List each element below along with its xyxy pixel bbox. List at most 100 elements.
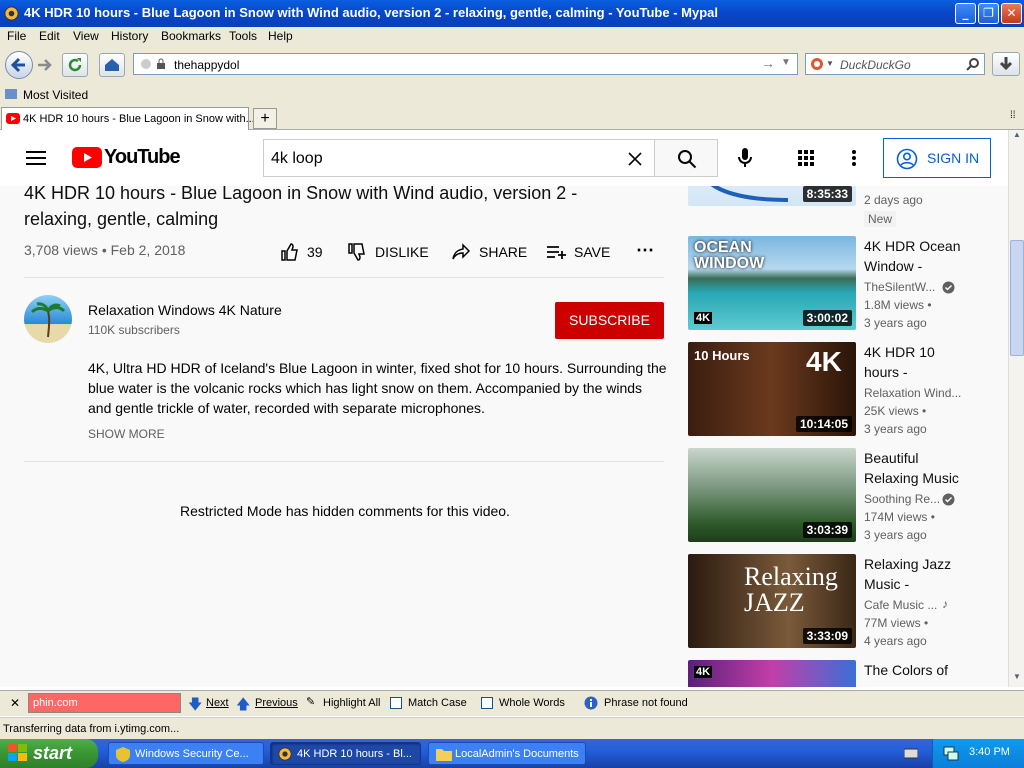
menu-history[interactable]: History <box>111 29 148 43</box>
music-note-icon: ♪ <box>942 597 948 611</box>
sidebar-video-info[interactable]: Beautiful Relaxing Music Soothing Re... … <box>864 448 994 544</box>
windows-logo-icon <box>8 744 27 761</box>
youtube-search-button[interactable] <box>654 139 718 177</box>
go-arrow-icon[interactable]: → <box>761 55 775 71</box>
sidebar-thumbnail[interactable]: 10 Hours 4K 10:14:05 <box>688 342 856 436</box>
sidebar-views: 174M views • <box>864 510 935 524</box>
youtube-logo[interactable]: YouTube <box>72 146 181 170</box>
upload-date: Feb 2, 2018 <box>110 242 186 258</box>
highlight-all-button[interactable]: Highlight All <box>323 697 380 709</box>
keyboard-icon[interactable] <box>904 747 918 760</box>
downloads-button[interactable] <box>992 52 1020 76</box>
new-badge: New <box>864 211 897 227</box>
engine-dropdown-icon[interactable]: ▼ <box>826 59 834 68</box>
forward-arrow-icon[interactable] <box>36 57 54 73</box>
sidebar-video-info[interactable]: Relaxing Jazz Music - Cafe Music ... 77M… <box>864 554 994 650</box>
apps-grid-icon[interactable] <box>798 150 815 167</box>
find-input[interactable]: phin.com <box>28 693 181 713</box>
maximize-button[interactable]: ❐ <box>978 3 999 24</box>
more-actions-icon[interactable]: ⋯ <box>636 240 654 261</box>
sidebar-video-info[interactable]: 4K HDR Ocean Window - TheSilentW... 1.8M… <box>864 236 994 332</box>
clock: 3:40 PM <box>969 746 1010 758</box>
sidebar-title: Window - <box>864 258 923 274</box>
menu-tools[interactable]: Tools <box>229 29 257 43</box>
title-bar: 4K HDR 10 hours - Blue Lagoon in Snow wi… <box>0 0 1024 27</box>
show-more-link[interactable]: SHOW MORE <box>88 427 165 441</box>
whole-words-checkbox[interactable] <box>481 697 493 709</box>
subscriber-count: 110K subscribers <box>88 323 180 337</box>
scroll-thumb[interactable] <box>1010 240 1024 356</box>
palm-tree-icon <box>30 302 66 338</box>
save-button[interactable]: SAVE <box>546 242 616 266</box>
search-bar[interactable]: ▼ DuckDuckGo <box>805 53 985 75</box>
lock-icon <box>157 58 165 69</box>
menu-view[interactable]: View <box>73 29 99 43</box>
youtube-search-input[interactable]: 4k loop <box>263 139 655 177</box>
menu-bookmarks[interactable]: Bookmarks <box>161 29 221 43</box>
sidebar-thumbnail[interactable]: 4K <box>688 660 856 687</box>
back-button[interactable] <box>5 51 33 79</box>
verified-icon <box>942 281 955 294</box>
home-button[interactable] <box>99 53 125 77</box>
scroll-up-icon[interactable]: ▲ <box>1010 130 1024 144</box>
window-title: 4K HDR 10 hours - Blue Lagoon in Snow wi… <box>24 5 719 20</box>
match-case-checkbox[interactable] <box>390 697 402 709</box>
close-findbar-icon[interactable]: ✕ <box>10 696 20 710</box>
sidebar-views: 25K views • <box>864 404 927 418</box>
sidebar-views: 1.8M views • <box>864 298 932 312</box>
home-icon <box>105 59 119 71</box>
new-tab-button[interactable]: + <box>253 108 277 129</box>
sidebar-thumbnail[interactable]: OCEAN WINDOW 4K 3:00:02 <box>688 236 856 330</box>
most-visited-link[interactable]: Most Visited <box>23 88 88 102</box>
shield-icon <box>116 747 130 762</box>
reload-button[interactable] <box>62 53 88 77</box>
start-label: start <box>33 743 73 763</box>
tab-youtube[interactable]: 4K HDR 10 hours - Blue Lagoon in Snow wi… <box>1 107 255 130</box>
share-button[interactable]: SHARE <box>451 242 531 266</box>
tab-list-icon[interactable]: ⁞⁞ <box>1010 110 1016 121</box>
mypal-icon <box>278 747 292 761</box>
sidebar-title[interactable]: The Colors of <box>864 660 948 680</box>
globe-icon <box>141 59 151 69</box>
download-arrow-icon <box>999 57 1013 71</box>
minimize-button[interactable]: _ <box>955 3 976 24</box>
microphone-icon[interactable] <box>737 147 753 169</box>
sidebar-video-info[interactable]: 4K HDR 10 hours - Relaxation Wind... 25K… <box>864 342 994 438</box>
page-scrollbar[interactable]: ▲ ▼ <box>1008 130 1024 687</box>
menu-file[interactable]: File <box>7 29 26 43</box>
sidebar-thumbnail[interactable]: 3:03:39 <box>688 448 856 542</box>
find-previous-button[interactable]: Previous <box>255 697 298 709</box>
dislike-button[interactable]: DISLIKE <box>347 242 432 266</box>
url-bar[interactable]: thehappydol → ▼ <box>133 53 798 75</box>
sidebar-thumbnail[interactable]: Relaxing JAZZ 3:33:09 <box>688 554 856 648</box>
clear-search-icon[interactable] <box>628 152 642 166</box>
settings-dots-icon[interactable] <box>851 149 857 167</box>
taskbar-item-browser[interactable]: 4K HDR 10 hours - Bl... <box>270 742 421 765</box>
video-title: 4K HDR 10 hours - Blue Lagoon in Snow wi… <box>24 183 578 229</box>
network-icon[interactable] <box>943 746 959 761</box>
youtube-play-icon <box>72 147 102 168</box>
start-button[interactable]: start <box>0 739 98 768</box>
magnifier-icon[interactable] <box>966 57 980 71</box>
thumbnail-text: Relaxing JAZZ <box>744 562 838 617</box>
page-content: 4K HDR 10 hours - Blue Lagoon in Snow wi… <box>0 130 1008 687</box>
save-label: SAVE <box>574 244 611 260</box>
subscribe-button[interactable]: SUBSCRIBE <box>555 302 664 339</box>
bookmark-folder-icon <box>5 89 17 99</box>
scroll-down-icon[interactable]: ▼ <box>1010 672 1024 686</box>
menu-edit[interactable]: Edit <box>39 29 60 43</box>
sign-in-button[interactable]: SIGN IN <box>883 138 991 178</box>
hamburger-menu-icon[interactable] <box>26 150 46 166</box>
taskbar-item-security[interactable]: Windows Security Ce... <box>108 742 264 765</box>
channel-name[interactable]: Relaxation Windows 4K Nature <box>88 302 282 318</box>
description-line: 4K, Ultra HD HDR of Iceland's Blue Lagoo… <box>88 360 667 376</box>
taskbar-item-documents[interactable]: LocalAdmin's Documents <box>428 742 586 765</box>
sidebar-age: 3 years ago <box>864 422 927 436</box>
taskbar-label: LocalAdmin's Documents <box>455 748 579 760</box>
find-next-button[interactable]: Next <box>206 697 229 709</box>
close-button[interactable]: ✕ <box>1001 3 1022 24</box>
menu-help[interactable]: Help <box>268 29 293 43</box>
dropdown-arrow-icon[interactable]: ▼ <box>781 57 791 68</box>
sidebar-channel: TheSilentW... <box>864 280 936 294</box>
channel-avatar[interactable] <box>24 295 72 343</box>
